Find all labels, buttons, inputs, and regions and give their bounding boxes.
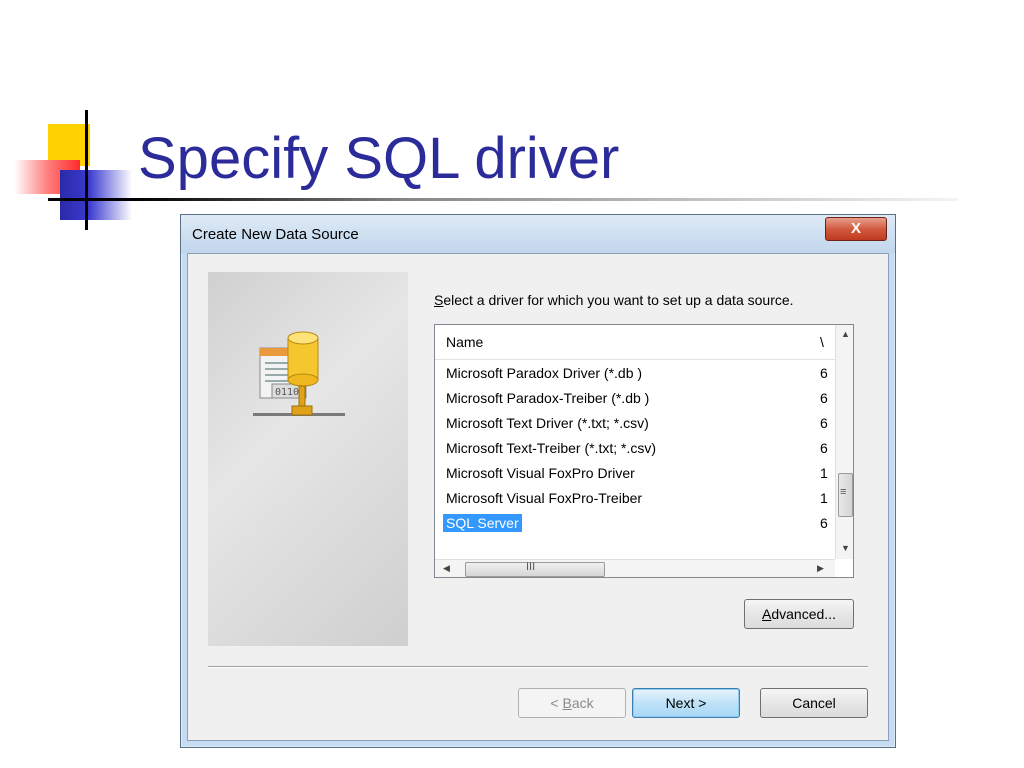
- horizontal-scroll-thumb[interactable]: III: [465, 561, 605, 577]
- list-item[interactable]: Microsoft Text Driver (*.txt; *.csv) 6: [446, 415, 828, 431]
- close-button[interactable]: X: [825, 217, 887, 241]
- column-header-version[interactable]: \: [820, 334, 824, 350]
- vertical-scrollbar[interactable]: ▲ ≡ ▼: [835, 325, 853, 559]
- scroll-left-icon[interactable]: ◀: [443, 563, 450, 574]
- footer-separator: [208, 666, 868, 668]
- scroll-up-icon[interactable]: ▲: [841, 329, 850, 339]
- list-item[interactable]: Microsoft Text-Treiber (*.txt; *.csv) 6: [446, 440, 828, 456]
- slide-title: Specify SQL driver: [138, 126, 620, 191]
- list-item[interactable]: Microsoft Paradox-Treiber (*.db ) 6: [446, 390, 828, 406]
- scroll-down-icon[interactable]: ▼: [841, 543, 850, 553]
- driver-list[interactable]: Name \ Microsoft Paradox Driver (*.db ) 6…: [434, 324, 854, 578]
- list-item[interactable]: Microsoft Visual FoxPro-Treiber 1: [446, 490, 828, 506]
- scroll-right-icon[interactable]: ▶: [817, 563, 824, 574]
- advanced-button[interactable]: Advanced...: [744, 599, 854, 629]
- decor-horizontal-line: [48, 198, 958, 201]
- dialog-title: Create New Data Source: [192, 226, 359, 243]
- dialog-titlebar[interactable]: Create New Data Source X: [181, 215, 895, 253]
- decor-vertical-line: [85, 110, 88, 230]
- list-item[interactable]: Microsoft Visual FoxPro Driver 1: [446, 465, 828, 481]
- list-item-selected[interactable]: SQL Server 6: [443, 514, 828, 532]
- next-button[interactable]: Next >: [632, 688, 740, 718]
- wizard-side-panel: 0110: [208, 272, 408, 646]
- instruction-text: Select a driver for which you want to se…: [434, 292, 794, 308]
- column-header-name[interactable]: Name: [446, 334, 483, 350]
- create-data-source-dialog: Create New Data Source X 0110 Select a d…: [180, 214, 896, 748]
- vertical-scroll-thumb[interactable]: ≡: [838, 473, 853, 517]
- database-driver-icon: 0110: [253, 331, 345, 416]
- back-button[interactable]: < Back: [518, 688, 626, 718]
- decor-blue-square: [60, 170, 132, 220]
- horizontal-scrollbar[interactable]: ◀ III ▶: [435, 559, 835, 577]
- svg-text:0110: 0110: [275, 387, 299, 398]
- list-item[interactable]: Microsoft Paradox Driver (*.db ) 6: [446, 365, 828, 381]
- grip-icon: III: [526, 561, 536, 573]
- grip-icon: ≡: [840, 486, 847, 498]
- dialog-body: 0110 Select a driver for which you want …: [187, 253, 889, 741]
- cancel-button[interactable]: Cancel: [760, 688, 868, 718]
- list-header: Name \: [435, 325, 835, 360]
- close-icon: X: [850, 220, 861, 237]
